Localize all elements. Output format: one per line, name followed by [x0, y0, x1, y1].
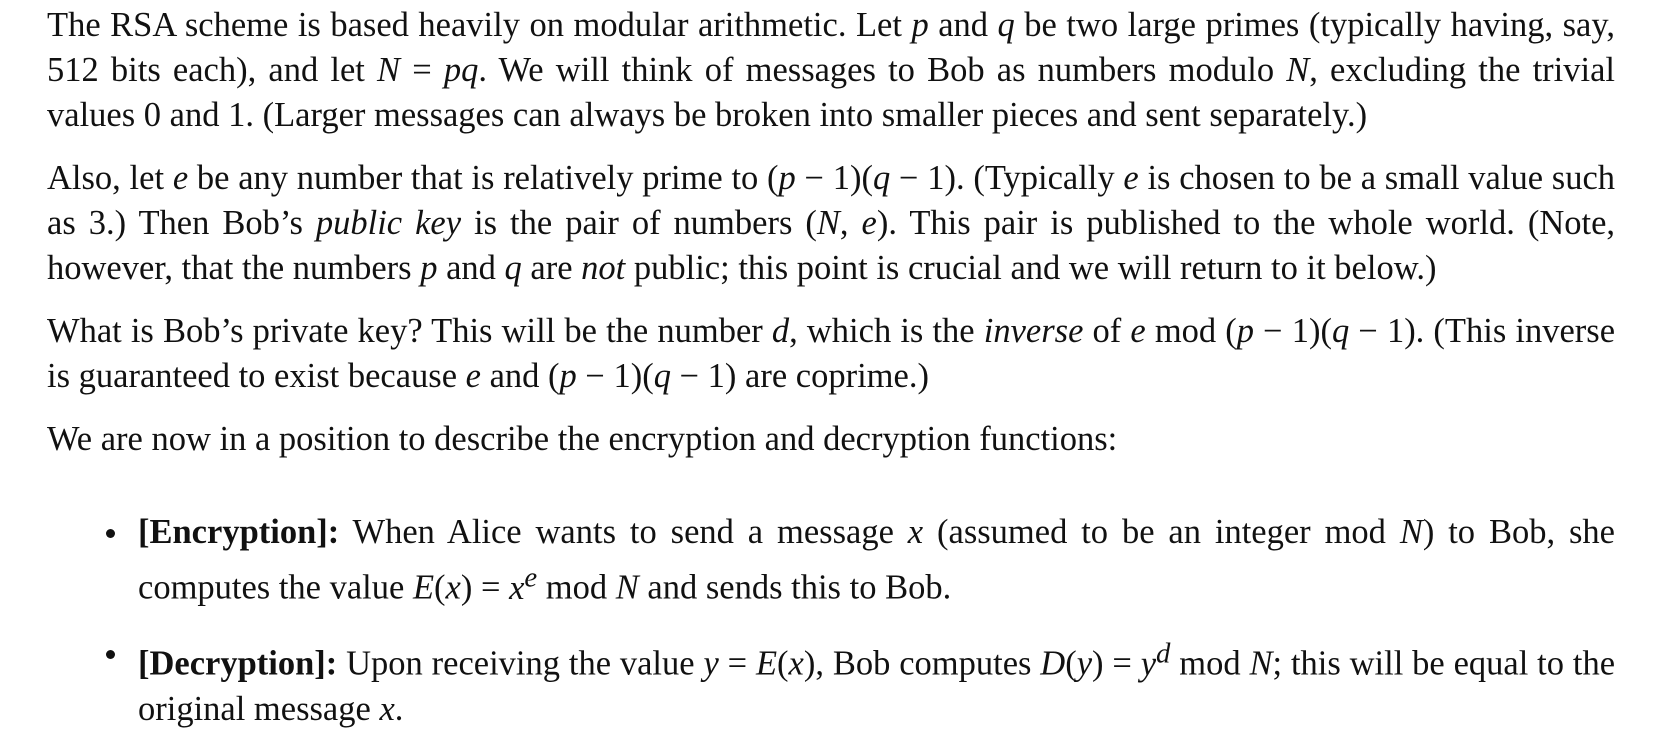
- document-page: The RSA scheme is based heavily on modul…: [0, 0, 1669, 738]
- bullet-label-decryption: [Decryption]:: [138, 644, 338, 683]
- bullet-dot-icon: [106, 650, 115, 659]
- bullet-dot-icon: [106, 529, 115, 538]
- bullet-label-encryption: [Encryption]:: [138, 513, 340, 551]
- paragraph-functions-intro: We are now in a position to describe the…: [47, 420, 1118, 458]
- paragraph-public-key: Also, let e be any number that is relati…: [47, 159, 1616, 287]
- paragraph-rsa-intro: The RSA scheme is based heavily on modul…: [47, 6, 1615, 134]
- bullet-text-decryption: Upon receiving the value y = E(x), Bob c…: [138, 637, 1616, 728]
- bullet-decryption: [Decryption]: Upon receiving the value y…: [106, 631, 1616, 732]
- bullet-text-encryption: When Alice wants to send a message x (as…: [138, 513, 1615, 607]
- paragraph-private-key: What is Bob’s private key? This will be …: [47, 312, 1616, 395]
- bullet-encryption: [Encryption]: When Alice wants to send a…: [106, 510, 1615, 611]
